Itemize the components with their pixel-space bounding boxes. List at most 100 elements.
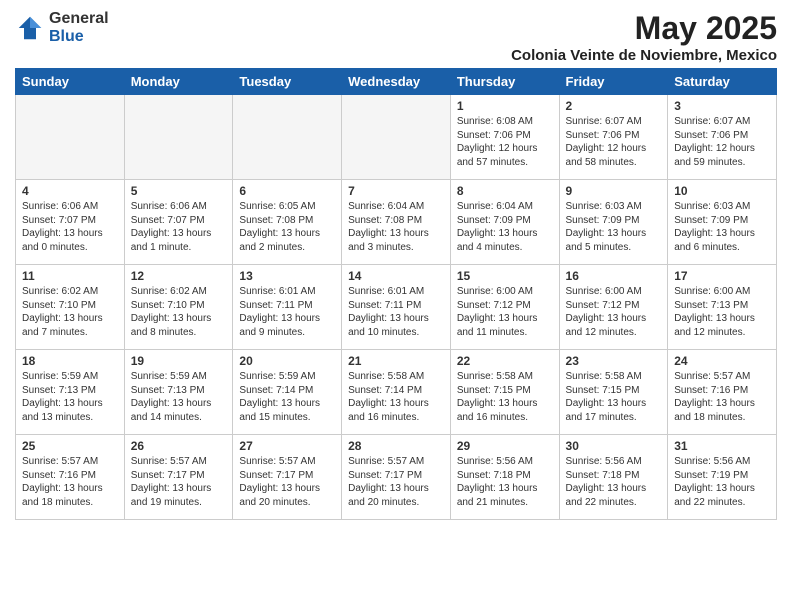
day-number: 27 <box>239 439 335 453</box>
calendar-cell: 20 Sunrise: 5:59 AM Sunset: 7:14 PM Dayli… <box>233 350 342 435</box>
day-header-sunday: Sunday <box>16 69 125 95</box>
logo-blue-text: Blue <box>49 28 109 46</box>
calendar-cell: 23 Sunrise: 5:58 AM Sunset: 7:15 PM Dayli… <box>559 350 668 435</box>
day-number: 4 <box>22 184 118 198</box>
cell-info: Sunrise: 6:02 AM Sunset: 7:10 PM Dayligh… <box>22 285 118 339</box>
calendar-cell: 2 Sunrise: 6:07 AM Sunset: 7:06 PM Daylig… <box>559 95 668 180</box>
calendar-table: SundayMondayTuesdayWednesdayThursdayFrid… <box>15 68 777 520</box>
calendar-cell: 27 Sunrise: 5:57 AM Sunset: 7:17 PM Dayli… <box>233 435 342 520</box>
calendar-cell: 13Sunrise: 6:01 AM Sunset: 7:11 PM Dayli… <box>233 265 342 350</box>
cell-info: Sunrise: 5:57 AM Sunset: 7:16 PM Dayligh… <box>674 370 770 424</box>
calendar-cell: 25Sunrise: 5:57 AM Sunset: 7:16 PM Dayli… <box>16 435 125 520</box>
day-number: 5 <box>131 184 227 198</box>
day-number: 3 <box>674 99 770 113</box>
day-header-saturday: Saturday <box>668 69 777 95</box>
cell-info: Sunrise: 5:57 AM Sunset: 7:16 PM Dayligh… <box>22 455 118 509</box>
calendar-cell: 17 Sunrise: 6:00 AM Sunset: 7:13 PM Dayli… <box>668 265 777 350</box>
day-number: 7 <box>348 184 444 198</box>
calendar-cell <box>233 95 342 180</box>
cell-info: Sunrise: 5:59 AM Sunset: 7:14 PM Dayligh… <box>239 370 335 424</box>
day-number: 22 <box>457 354 553 368</box>
calendar-cell: 5 Sunrise: 6:06 AM Sunset: 7:07 PM Daylig… <box>124 180 233 265</box>
cell-info: Sunrise: 6:03 AM Sunset: 7:09 PM Dayligh… <box>566 200 662 254</box>
day-number: 26 <box>131 439 227 453</box>
day-number: 28 <box>348 439 444 453</box>
calendar-cell: 14 Sunrise: 6:01 AM Sunset: 7:11 PM Dayli… <box>342 265 451 350</box>
calendar-cell: 21Sunrise: 5:58 AM Sunset: 7:14 PM Dayli… <box>342 350 451 435</box>
calendar-cell <box>342 95 451 180</box>
cell-info: Sunrise: 6:05 AM Sunset: 7:08 PM Dayligh… <box>239 200 335 254</box>
calendar-body: 1Sunrise: 6:08 AM Sunset: 7:06 PM Daylig… <box>16 95 777 520</box>
calendar-cell: 22Sunrise: 5:58 AM Sunset: 7:15 PM Dayli… <box>450 350 559 435</box>
cell-info: Sunrise: 5:59 AM Sunset: 7:13 PM Dayligh… <box>131 370 227 424</box>
day-number: 31 <box>674 439 770 453</box>
day-number: 24 <box>674 354 770 368</box>
cell-info: Sunrise: 5:57 AM Sunset: 7:17 PM Dayligh… <box>239 455 335 509</box>
cell-info: Sunrise: 6:04 AM Sunset: 7:09 PM Dayligh… <box>457 200 553 254</box>
cell-info: Sunrise: 5:59 AM Sunset: 7:13 PM Dayligh… <box>22 370 118 424</box>
cell-info: Sunrise: 6:03 AM Sunset: 7:09 PM Dayligh… <box>674 200 770 254</box>
day-number: 12 <box>131 269 227 283</box>
calendar-cell: 15 Sunrise: 6:00 AM Sunset: 7:12 PM Dayli… <box>450 265 559 350</box>
calendar-cell: 8 Sunrise: 6:04 AM Sunset: 7:09 PM Daylig… <box>450 180 559 265</box>
cell-info: Sunrise: 6:06 AM Sunset: 7:07 PM Dayligh… <box>22 200 118 254</box>
day-number: 15 <box>457 269 553 283</box>
cell-info: Sunrise: 6:07 AM Sunset: 7:06 PM Dayligh… <box>566 115 662 169</box>
day-number: 17 <box>674 269 770 283</box>
day-number: 9 <box>566 184 662 198</box>
cell-info: Sunrise: 6:06 AM Sunset: 7:07 PM Dayligh… <box>131 200 227 254</box>
day-header-friday: Friday <box>559 69 668 95</box>
week-row-4: 25Sunrise: 5:57 AM Sunset: 7:16 PM Dayli… <box>16 435 777 520</box>
calendar-cell: 9 Sunrise: 6:03 AM Sunset: 7:09 PM Daylig… <box>559 180 668 265</box>
calendar-cell: 16Sunrise: 6:00 AM Sunset: 7:12 PM Dayli… <box>559 265 668 350</box>
cell-info: Sunrise: 6:00 AM Sunset: 7:12 PM Dayligh… <box>566 285 662 339</box>
day-number: 20 <box>239 354 335 368</box>
cell-info: Sunrise: 5:57 AM Sunset: 7:17 PM Dayligh… <box>131 455 227 509</box>
week-row-3: 18Sunrise: 5:59 AM Sunset: 7:13 PM Dayli… <box>16 350 777 435</box>
day-number: 2 <box>566 99 662 113</box>
title-block: May 2025 Colonia Veinte de Noviembre, Me… <box>511 10 777 64</box>
calendar-cell: 12 Sunrise: 6:02 AM Sunset: 7:10 PM Dayli… <box>124 265 233 350</box>
week-row-2: 11 Sunrise: 6:02 AM Sunset: 7:10 PM Dayli… <box>16 265 777 350</box>
cell-info: Sunrise: 6:08 AM Sunset: 7:06 PM Dayligh… <box>457 115 553 169</box>
week-row-1: 4 Sunrise: 6:06 AM Sunset: 7:07 PM Daylig… <box>16 180 777 265</box>
cell-info: Sunrise: 5:58 AM Sunset: 7:15 PM Dayligh… <box>566 370 662 424</box>
calendar-cell: 26 Sunrise: 5:57 AM Sunset: 7:17 PM Dayli… <box>124 435 233 520</box>
cell-info: Sunrise: 6:07 AM Sunset: 7:06 PM Dayligh… <box>674 115 770 169</box>
month-year: May 2025 <box>511 10 777 47</box>
week-row-0: 1Sunrise: 6:08 AM Sunset: 7:06 PM Daylig… <box>16 95 777 180</box>
day-header-monday: Monday <box>124 69 233 95</box>
calendar-header-row: SundayMondayTuesdayWednesdayThursdayFrid… <box>16 69 777 95</box>
day-header-wednesday: Wednesday <box>342 69 451 95</box>
day-number: 8 <box>457 184 553 198</box>
day-number: 10 <box>674 184 770 198</box>
day-number: 11 <box>22 269 118 283</box>
calendar-cell: 28 Sunrise: 5:57 AM Sunset: 7:17 PM Dayli… <box>342 435 451 520</box>
calendar-cell <box>124 95 233 180</box>
calendar-cell: 4 Sunrise: 6:06 AM Sunset: 7:07 PM Daylig… <box>16 180 125 265</box>
calendar-cell: 30 Sunrise: 5:56 AM Sunset: 7:18 PM Dayli… <box>559 435 668 520</box>
day-header-thursday: Thursday <box>450 69 559 95</box>
calendar-cell: 10 Sunrise: 6:03 AM Sunset: 7:09 PM Dayli… <box>668 180 777 265</box>
cell-info: Sunrise: 5:56 AM Sunset: 7:18 PM Dayligh… <box>566 455 662 509</box>
calendar-cell: 3 Sunrise: 6:07 AM Sunset: 7:06 PM Daylig… <box>668 95 777 180</box>
calendar-cell: 6 Sunrise: 6:05 AM Sunset: 7:08 PM Daylig… <box>233 180 342 265</box>
cell-info: Sunrise: 5:57 AM Sunset: 7:17 PM Dayligh… <box>348 455 444 509</box>
cell-info: Sunrise: 6:00 AM Sunset: 7:12 PM Dayligh… <box>457 285 553 339</box>
cell-info: Sunrise: 6:01 AM Sunset: 7:11 PM Dayligh… <box>348 285 444 339</box>
calendar-cell: 18Sunrise: 5:59 AM Sunset: 7:13 PM Dayli… <box>16 350 125 435</box>
cell-info: Sunrise: 6:00 AM Sunset: 7:13 PM Dayligh… <box>674 285 770 339</box>
day-number: 13 <box>239 269 335 283</box>
cell-info: Sunrise: 5:58 AM Sunset: 7:14 PM Dayligh… <box>348 370 444 424</box>
day-number: 23 <box>566 354 662 368</box>
day-number: 29 <box>457 439 553 453</box>
day-number: 6 <box>239 184 335 198</box>
logo-icon <box>15 13 45 43</box>
calendar-cell: 24 Sunrise: 5:57 AM Sunset: 7:16 PM Dayli… <box>668 350 777 435</box>
cell-info: Sunrise: 6:02 AM Sunset: 7:10 PM Dayligh… <box>131 285 227 339</box>
day-number: 14 <box>348 269 444 283</box>
day-number: 19 <box>131 354 227 368</box>
calendar-cell: 7Sunrise: 6:04 AM Sunset: 7:08 PM Daylig… <box>342 180 451 265</box>
day-number: 30 <box>566 439 662 453</box>
calendar-cell: 31Sunrise: 5:56 AM Sunset: 7:19 PM Dayli… <box>668 435 777 520</box>
